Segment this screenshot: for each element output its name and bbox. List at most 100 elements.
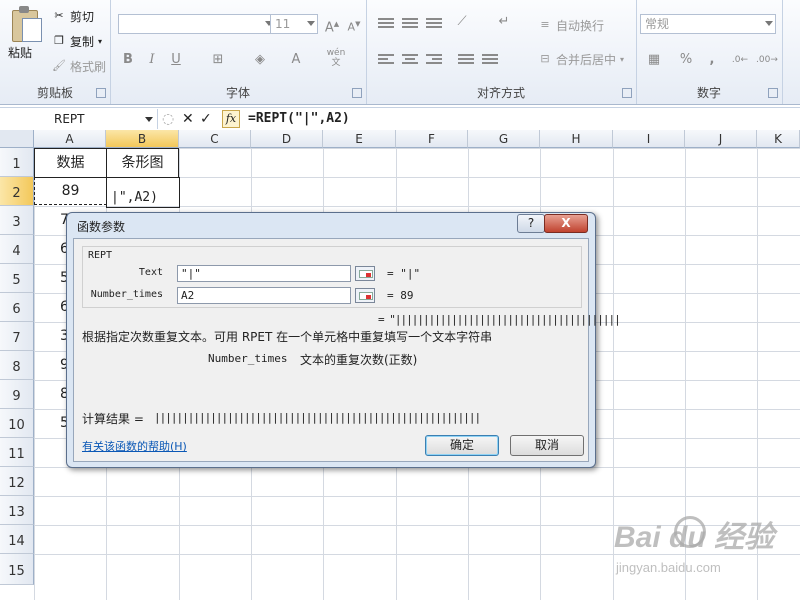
accounting-format-button[interactable]: ▦ (644, 50, 664, 70)
column-header[interactable]: G (468, 130, 540, 148)
italic-button[interactable]: I (142, 50, 162, 70)
number-format-select[interactable]: 常规 (640, 14, 776, 34)
row-header[interactable]: 14 (0, 525, 34, 554)
copy-button[interactable]: ❐ 复制 ▾ (52, 32, 102, 50)
merge-center-button[interactable]: ⊟ 合并后居中 ▾ (538, 50, 624, 68)
name-box[interactable]: REPT (0, 109, 158, 129)
underline-button[interactable]: U (166, 50, 186, 70)
insert-function-button[interactable]: fx (222, 110, 240, 128)
row-header[interactable]: 4 (0, 235, 34, 264)
cell-b2-editing[interactable]: |",A2) (106, 177, 180, 208)
paste-button[interactable] (8, 6, 44, 42)
formula-input[interactable]: =REPT("|",A2) (248, 109, 350, 129)
help-button[interactable]: ? (517, 214, 545, 233)
increase-indent-icon[interactable] (482, 54, 498, 66)
dialog-launcher-icon[interactable] (768, 88, 778, 98)
decrease-decimal-button[interactable]: .00→ (756, 50, 778, 70)
align-bottom-icon[interactable] (426, 18, 442, 30)
font-size-select[interactable]: 11 (270, 14, 318, 34)
decrease-indent-icon[interactable] (458, 54, 474, 66)
font-color-button[interactable]: A (286, 50, 306, 70)
paste-label[interactable]: 粘贴 (8, 44, 32, 61)
select-all-button[interactable] (0, 130, 34, 148)
chevron-down-icon: ▾ (98, 36, 103, 46)
dialog-launcher-icon[interactable] (96, 88, 106, 98)
ok-button[interactable]: 确定 (425, 435, 499, 456)
cut-button[interactable]: ✂ 剪切 (52, 7, 94, 25)
row-header[interactable]: 10 (0, 409, 34, 438)
column-header[interactable]: E (323, 130, 396, 148)
row-header[interactable]: 2 (0, 177, 34, 206)
number-times-arg-input[interactable]: A2 (177, 287, 351, 304)
font-name-select[interactable] (118, 14, 276, 34)
alignment-group: ⟋ ↵ ≡ 自动换行 ⊟ 合并后居中 ▾ 对齐方式 (366, 0, 637, 104)
percent-button[interactable]: % (676, 50, 696, 70)
column-header[interactable]: B (106, 130, 179, 148)
format-painter-button[interactable]: 🖌 格式刷 (52, 57, 106, 75)
cell-a1[interactable]: 数据 (34, 148, 107, 178)
row-header[interactable]: 13 (0, 496, 34, 525)
cell-b1[interactable]: 条形图 (106, 148, 179, 178)
arguments-group: REPT Text "|" = "|" Number_times A2 = 89 (82, 246, 582, 308)
ribbon: 粘贴 ✂ 剪切 ❐ 复制 ▾ 🖌 格式刷 剪贴板 11 A▲ A▼ B I U … (0, 0, 800, 105)
phonetic-button[interactable]: wén 文 (326, 48, 346, 68)
collapse-dialog-button[interactable] (355, 266, 375, 281)
column-header[interactable]: I (613, 130, 685, 148)
comma-style-button[interactable]: , (702, 50, 722, 70)
column-header[interactable]: J (685, 130, 757, 148)
wrap-arrow-icon: ↵ (498, 14, 510, 29)
cell-a2[interactable]: 89 (34, 177, 107, 205)
row-header[interactable]: 12 (0, 467, 34, 496)
align-left-icon[interactable] (378, 54, 394, 66)
function-help-link[interactable]: 有关该函数的帮助(H) (82, 438, 187, 454)
close-button[interactable]: X (544, 214, 588, 233)
row-header[interactable]: 7 (0, 322, 34, 351)
wrap-text-button[interactable]: ≡ 自动换行 (538, 16, 604, 34)
formula-bar-buttons: ◌ ✕ ✓ fx (162, 110, 240, 128)
row-header[interactable]: 9 (0, 380, 34, 409)
dialog-body: REPT Text "|" = "|" Number_times A2 = 89… (73, 238, 621, 462)
chevron-down-icon (307, 21, 315, 26)
row-header[interactable]: 6 (0, 293, 34, 322)
shrink-font-button[interactable]: A▼ (344, 14, 364, 34)
baidu-jingyan-watermark: Bai du 经验 jingyan.baidu.com (614, 512, 794, 584)
column-header[interactable]: F (396, 130, 468, 148)
align-right-icon[interactable] (426, 54, 442, 66)
column-header[interactable]: H (540, 130, 613, 148)
row-header[interactable]: 15 (0, 554, 34, 585)
row-header[interactable]: 1 (0, 148, 34, 177)
chevron-down-icon (765, 21, 773, 26)
row-header[interactable]: 5 (0, 264, 34, 293)
enter-formula-button[interactable]: ✓ (200, 110, 212, 128)
cancel-button[interactable]: 取消 (510, 435, 584, 456)
row-header[interactable]: 8 (0, 351, 34, 380)
orientation-button[interactable]: ⟋ (452, 12, 472, 32)
align-top-icon[interactable] (378, 18, 394, 30)
dialog-launcher-icon[interactable] (352, 88, 362, 98)
align-center-icon[interactable] (402, 54, 418, 66)
grow-font-button[interactable]: A▲ (322, 14, 342, 35)
dialog-launcher-icon[interactable] (622, 88, 632, 98)
column-header[interactable]: A (34, 130, 106, 148)
increase-decimal-button[interactable]: .0← (730, 50, 750, 70)
column-header[interactable]: C (179, 130, 251, 148)
arg-help-text: 文本的重复次数(正数) (300, 353, 418, 367)
bold-button[interactable]: B (118, 50, 138, 70)
column-header[interactable]: K (757, 130, 800, 148)
column-header[interactable]: D (251, 130, 323, 148)
arg-help-name: Number_times (208, 352, 288, 365)
borders-button[interactable]: ⊞ (208, 50, 228, 70)
borders-icon: ⊞ (212, 52, 224, 67)
number-times-arg-result: = 89 (387, 289, 414, 302)
copy-label: 复制 (70, 34, 95, 49)
row-header[interactable]: 11 (0, 438, 34, 467)
formula-bar: REPT ◌ ✕ ✓ fx =REPT("|",A2) (0, 107, 800, 131)
fill-color-button[interactable]: ◈ (250, 50, 270, 70)
align-middle-icon[interactable] (402, 18, 418, 30)
text-arg-input[interactable]: "|" (177, 265, 351, 282)
collapse-dialog-button[interactable] (355, 288, 375, 303)
cancel-formula-button[interactable]: ✕ (182, 110, 194, 128)
row-header[interactable]: 3 (0, 206, 34, 235)
chevron-down-icon (145, 117, 153, 122)
grip-icon: ◌ (162, 111, 175, 127)
